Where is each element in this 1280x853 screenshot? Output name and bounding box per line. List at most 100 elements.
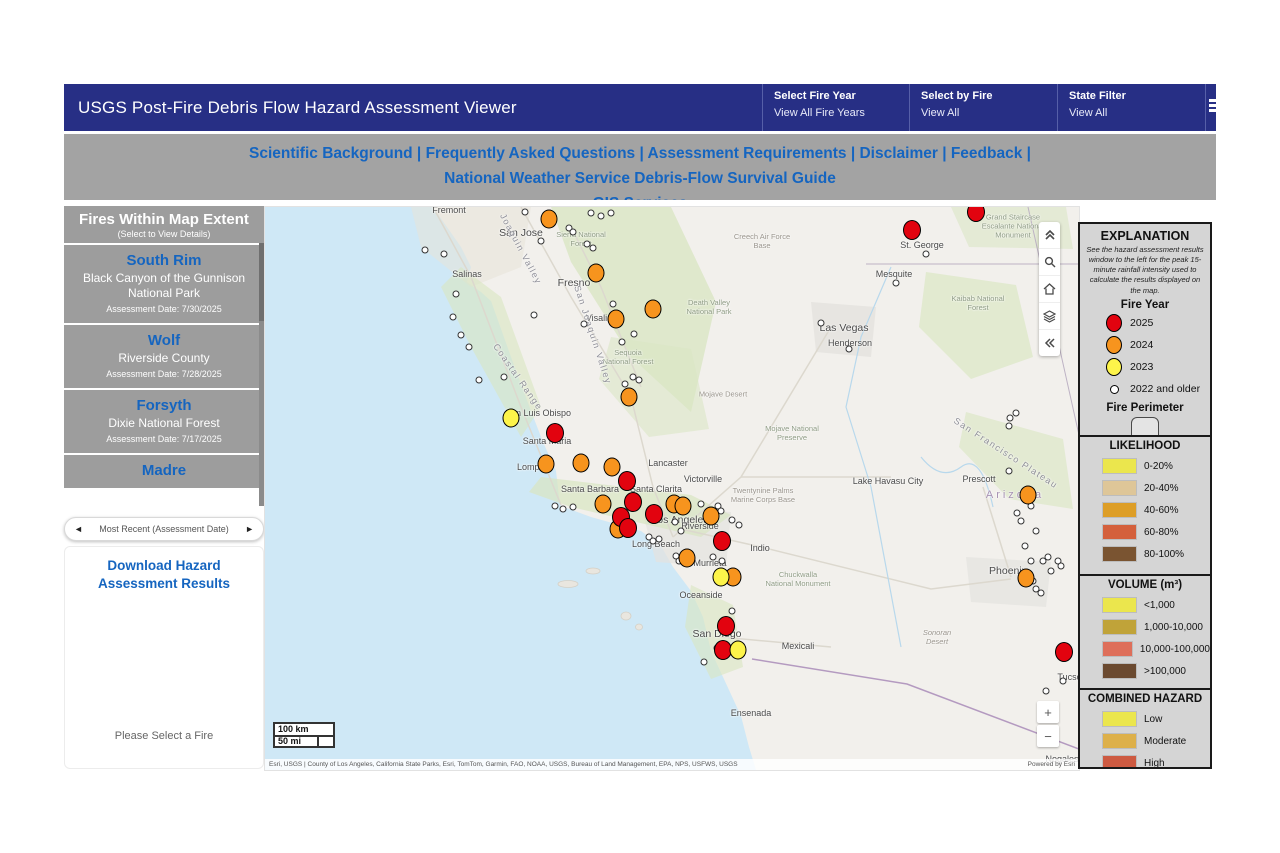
fire-marker-2022-older	[636, 377, 643, 384]
legend-label: 20-40%	[1144, 483, 1178, 494]
fire-marker-2022-older	[581, 321, 588, 328]
fire-marker-2024[interactable]	[703, 507, 720, 526]
fire-marker-2024[interactable]	[595, 495, 612, 514]
fire-marker-2024[interactable]	[573, 454, 590, 473]
fire-marker-2025[interactable]	[619, 518, 637, 538]
legend-circle	[1106, 314, 1122, 332]
combined-hazard-title: COMBINED HAZARD	[1080, 693, 1210, 705]
fire-marker-2025[interactable]	[645, 504, 663, 524]
nav-links-line2[interactable]: National Weather Service Debris-Flow Sur…	[64, 166, 1216, 191]
fire-marker-2022-older	[631, 331, 638, 338]
zoom-controls: + −	[1037, 701, 1059, 749]
fire-marker-2023[interactable]	[730, 641, 747, 660]
legend-label: 1,000-10,000	[1144, 622, 1203, 633]
zoom-in-button[interactable]: +	[1037, 701, 1059, 723]
fire-marker-2022-older	[1033, 528, 1040, 535]
legend-swatch	[1102, 711, 1137, 727]
search-icon[interactable]	[1039, 249, 1060, 276]
fire-marker-2024[interactable]	[608, 310, 625, 329]
fire-marker-2024[interactable]	[541, 210, 558, 229]
fire-year-dropdown-value: View All Fire Years	[774, 107, 865, 119]
home-icon[interactable]	[1039, 276, 1060, 303]
legend-row: 80-100%	[1102, 546, 1210, 562]
collapse-toolbar-icon[interactable]	[1039, 222, 1060, 249]
legend-row: 60-80%	[1102, 524, 1210, 540]
fire-marker-2025[interactable]	[903, 220, 921, 240]
fire-marker-2022-older	[1013, 410, 1020, 417]
map[interactable]: FremontSan JoseSalinasFresnoVisaliaSan L…	[264, 206, 1080, 771]
fire-marker-2022-older	[476, 377, 483, 384]
legend-circle	[1106, 358, 1122, 376]
fire-marker-2024[interactable]	[679, 549, 696, 568]
collapse-left-icon[interactable]	[1039, 330, 1060, 356]
download-results-link[interactable]: Download Hazard Assessment Results	[65, 547, 263, 592]
nav-links-line1[interactable]: Scientific Background | Frequently Asked…	[64, 141, 1216, 166]
fire-marker-2022-older	[619, 339, 626, 346]
legend-row: 0-20%	[1102, 458, 1210, 474]
fire-marker-2025[interactable]	[1055, 642, 1073, 662]
fire-marker-2025[interactable]	[717, 616, 735, 636]
nav-links-line3[interactable]: GIS Services	[64, 191, 1216, 200]
download-panel: Download Hazard Assessment Results Pleas…	[64, 546, 264, 769]
fire-name: Wolf	[74, 332, 254, 349]
fire-marker-2024[interactable]	[1018, 569, 1035, 588]
fire-perimeter-swatch	[1131, 417, 1159, 437]
legend-label: Low	[1144, 714, 1162, 725]
fire-list-item[interactable]: Madre	[64, 455, 264, 488]
fire-marker-2025[interactable]	[713, 531, 731, 551]
fire-name: Forsyth	[74, 397, 254, 414]
zoom-out-button[interactable]: −	[1037, 725, 1059, 747]
fire-marker-2024[interactable]	[1020, 486, 1037, 505]
fire-marker-2022-older	[1045, 554, 1052, 561]
state-filter-dropdown[interactable]: State Filter View All	[1059, 84, 1199, 131]
explanation-note: See the hazard assessment results window…	[1080, 245, 1210, 296]
legend-swatch	[1102, 546, 1137, 562]
fire-marker-2024[interactable]	[621, 388, 638, 407]
legend-swatch	[1102, 502, 1137, 518]
fire-assessment-date: Assessment Date: 7/28/2025	[74, 369, 254, 379]
fire-marker-2022-older	[441, 251, 448, 258]
legend-row: Moderate	[1102, 733, 1210, 749]
fire-marker-2024[interactable]	[645, 300, 662, 319]
fire-marker-2022-older	[552, 503, 559, 510]
fire-marker-2024[interactable]	[588, 264, 605, 283]
fire-marker-2024[interactable]	[538, 455, 555, 474]
legend-swatch	[1102, 524, 1137, 540]
app-header: USGS Post-Fire Debris Flow Hazard Assess…	[64, 84, 1216, 131]
legend-row: 20-40%	[1102, 480, 1210, 496]
select-by-fire-dropdown[interactable]: Select by Fire View All	[911, 84, 1051, 131]
fire-marker-2022-older	[1014, 510, 1021, 517]
fire-year-dropdown[interactable]: Select Fire Year View All Fire Years	[764, 84, 904, 131]
fire-marker-2025[interactable]	[618, 471, 636, 491]
legend-label: 2023	[1130, 361, 1153, 373]
fire-list-item[interactable]: South RimBlack Canyon of the Gunnison Na…	[64, 245, 264, 323]
map-toolbar	[1039, 222, 1060, 356]
fire-marker-2022-older	[531, 312, 538, 319]
fire-marker-2023[interactable]	[503, 409, 520, 428]
fire-marker-2024[interactable]	[675, 497, 692, 516]
fire-marker-2022-older	[729, 608, 736, 615]
fire-assessment-date: Assessment Date: 7/30/2025	[74, 304, 254, 314]
app-title: USGS Post-Fire Debris Flow Hazard Assess…	[78, 84, 517, 131]
pager-prev-icon[interactable]: ◄	[74, 524, 83, 534]
legend-swatch	[1102, 641, 1133, 657]
fires-panel: Fires Within Map Extent (Select to View …	[64, 206, 264, 506]
header-divider	[1205, 84, 1206, 131]
fire-marker-2025[interactable]	[546, 423, 564, 443]
fire-location: Black Canyon of the Gunnison National Pa…	[74, 271, 254, 301]
map-canvas: FremontSan JoseSalinasFresnoVisaliaSan L…	[271, 207, 1079, 770]
legend-circle	[1106, 336, 1122, 354]
fire-list-item[interactable]: ForsythDixie National ForestAssessment D…	[64, 390, 264, 453]
layers-icon[interactable]	[1039, 303, 1060, 330]
legend-row: 1,000-10,000	[1102, 619, 1210, 635]
fire-marker-2022-older	[846, 346, 853, 353]
fire-marker-2024[interactable]	[604, 458, 621, 477]
menu-icon[interactable]	[1209, 99, 1216, 115]
pager-next-icon[interactable]: ►	[245, 524, 254, 534]
fire-marker-2022-older	[1043, 688, 1050, 695]
fire-marker-2022-older	[610, 301, 617, 308]
fire-marker-2023[interactable]	[713, 568, 730, 587]
legend-swatch	[1102, 733, 1137, 749]
fire-marker-2022-older	[923, 251, 930, 258]
fire-list-item[interactable]: WolfRiverside CountyAssessment Date: 7/2…	[64, 325, 264, 388]
